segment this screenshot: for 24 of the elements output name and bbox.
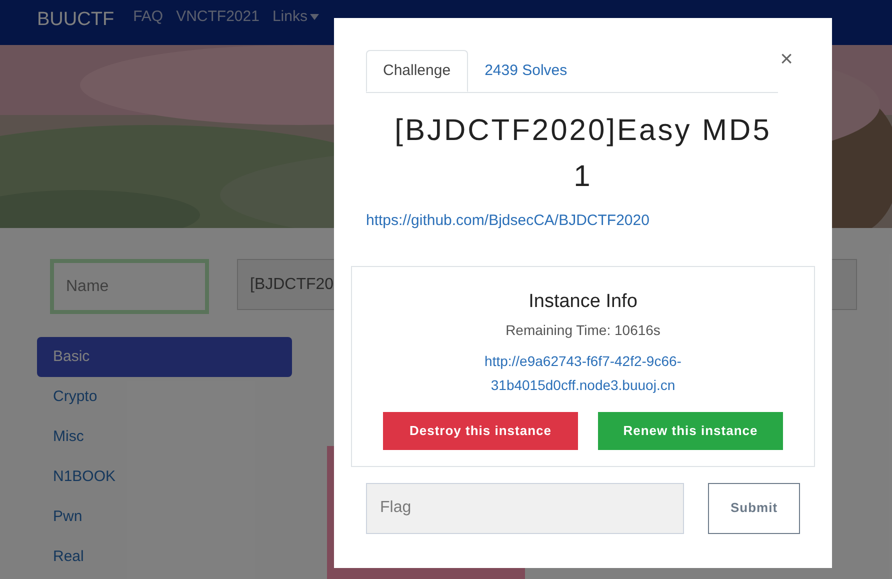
category-tab[interactable]: Misc: [37, 417, 292, 457]
nav-link[interactable]: VNCTF2021: [176, 6, 260, 26]
challenge-title: [BJDCTF2020]Easy MD5 1: [394, 113, 772, 195]
instance-url[interactable]: http://e9a62743-f6f7-42f2-9c66-31b4015d0cff.node3.buuoj.cn: [453, 349, 713, 397]
caret-icon: [310, 14, 320, 20]
brand-link[interactable]: BUUCTF: [37, 6, 114, 34]
modal-tab[interactable]: Challenge: [366, 50, 468, 92]
flag-field[interactable]: Flag: [366, 482, 684, 534]
category-tab[interactable]: Pwn: [37, 497, 292, 537]
submit-button[interactable]: Submit: [708, 482, 800, 534]
close-button[interactable]: ×: [780, 48, 793, 70]
category-tab[interactable]: Real: [37, 537, 292, 577]
modal-tab[interactable]: 2439 Solves: [468, 50, 584, 92]
name-field[interactable]: Name: [50, 259, 209, 314]
nav-link[interactable]: FAQ: [133, 6, 164, 26]
category-tab[interactable]: Crypto: [37, 377, 292, 417]
remaining-time: Remaining Time: 10616s: [506, 321, 660, 340]
renew-button[interactable]: Renew this instance: [598, 412, 783, 450]
instance-heading: Instance Info: [528, 290, 638, 314]
destroy-button[interactable]: Destroy this instance: [383, 412, 578, 450]
nav-link[interactable]: Links: [272, 6, 320, 26]
category-tab[interactable]: N1BOOK: [37, 457, 292, 497]
category-tab[interactable]: Basic: [37, 337, 292, 377]
challenge-link[interactable]: https://github.com/BjdsecCA/BJDCTF2020: [366, 210, 815, 232]
